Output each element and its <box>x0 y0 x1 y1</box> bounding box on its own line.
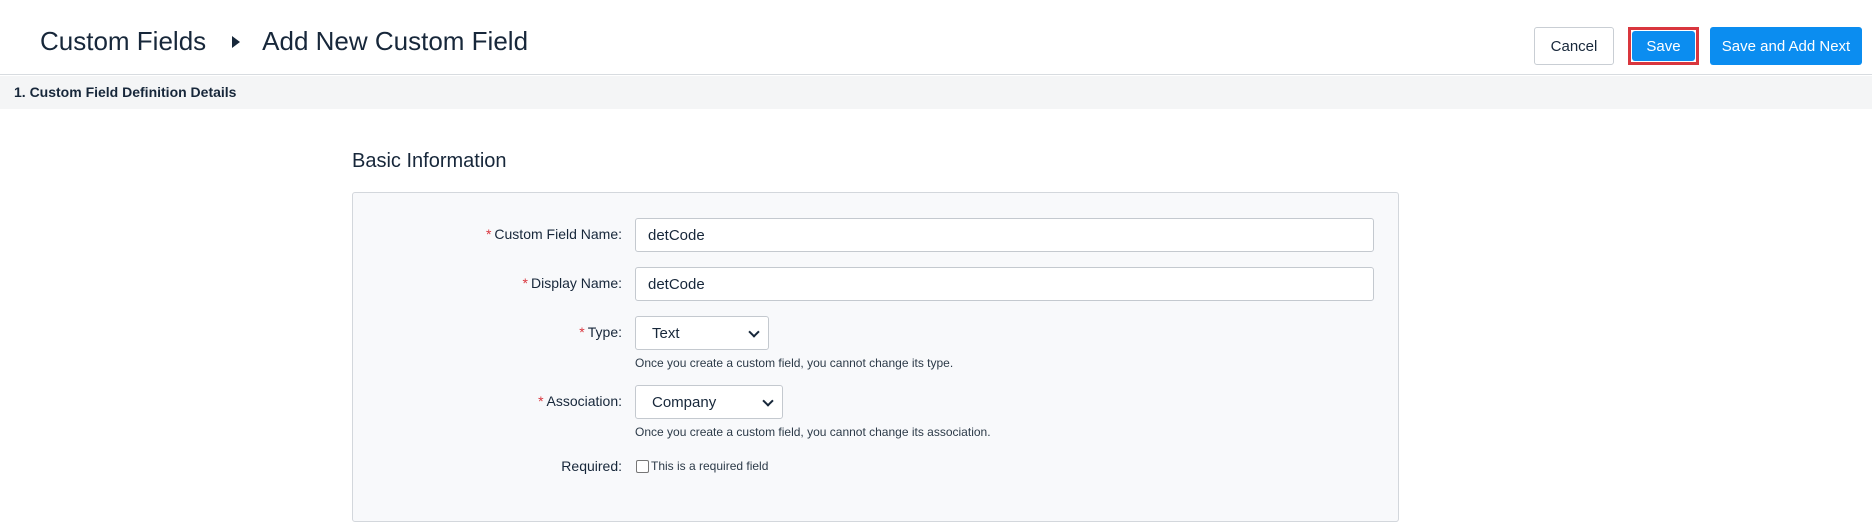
required-marker: * <box>485 226 492 242</box>
basic-information-title: Basic Information <box>352 150 507 172</box>
required-marker: * <box>579 324 585 340</box>
required-marker: * <box>522 275 528 291</box>
display-name-input[interactable] <box>635 267 1374 301</box>
display-name-label: * Display Name: <box>522 275 622 291</box>
association-label: * Association: <box>538 393 622 409</box>
custom-field-name-label: * Custom Field Name: <box>485 226 622 242</box>
type-hint: Once you create a custom field, you cann… <box>635 356 954 370</box>
custom-field-name-input[interactable] <box>635 218 1374 252</box>
save-and-add-next-button[interactable]: Save and Add Next <box>1710 27 1862 65</box>
page-title: Add New Custom Field <box>262 26 529 56</box>
section-header: 1. Custom Field Definition Details <box>0 76 1872 109</box>
association-select[interactable]: Company <box>635 385 783 419</box>
required-checkbox-label[interactable]: This is a required field <box>651 459 768 473</box>
save-button-highlight: Save <box>1628 27 1699 65</box>
type-select-value: Text <box>652 325 680 342</box>
cancel-button[interactable]: Cancel <box>1534 27 1614 65</box>
basic-information-panel: *Custom Field Name: *Display Name: *Type… <box>352 192 1399 522</box>
chevron-down-icon <box>748 326 760 338</box>
type-label: * Type: <box>579 324 622 340</box>
breadcrumb: Custom Fields Add New Custom Field <box>40 26 528 57</box>
association-hint: Once you create a custom field, you cann… <box>635 425 991 439</box>
breadcrumb-separator-icon <box>232 35 241 48</box>
breadcrumb-custom-fields[interactable]: Custom Fields <box>40 26 206 57</box>
association-select-value: Company <box>652 394 717 411</box>
type-select[interactable]: Text <box>635 316 769 350</box>
required-checkbox[interactable] <box>636 460 649 473</box>
save-button[interactable]: Save <box>1632 31 1695 61</box>
header-actions: Cancel Save Save and Add Next <box>1534 27 1862 65</box>
chevron-down-icon <box>762 395 774 407</box>
required-marker: * <box>538 393 544 409</box>
page-header: Custom Fields Add New Custom Field Cance… <box>0 0 1872 75</box>
required-label: Required: <box>561 458 622 474</box>
